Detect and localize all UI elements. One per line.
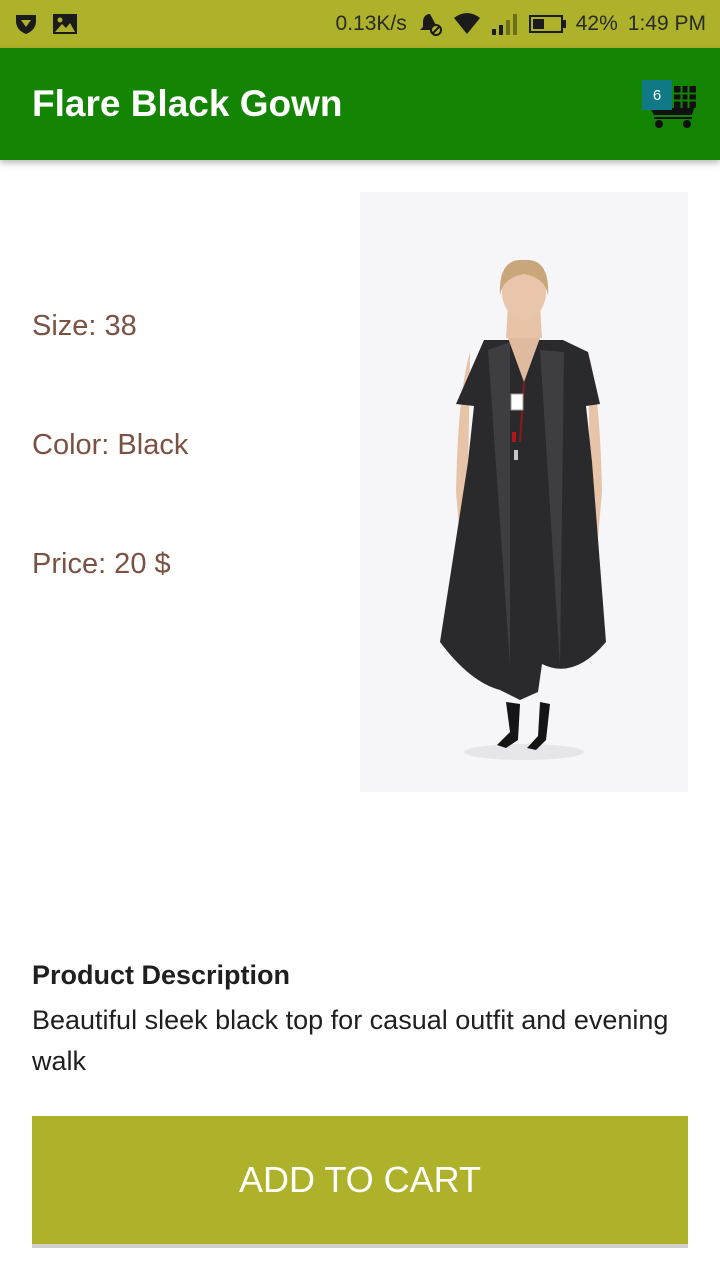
notification-muted-icon bbox=[417, 11, 443, 37]
app-bar: Flare Black Gown 6 bbox=[0, 48, 720, 160]
description-title: Product Description bbox=[32, 960, 291, 990]
page-title: Flare Black Gown bbox=[32, 83, 343, 124]
network-speed: 0.13K/s bbox=[335, 12, 407, 35]
battery-icon bbox=[528, 15, 566, 33]
cellular-signal-icon bbox=[491, 12, 519, 36]
wifi-icon bbox=[453, 12, 481, 36]
shield-icon bbox=[14, 12, 38, 36]
cart-button[interactable]: 6 bbox=[642, 78, 698, 132]
price-label: Price: 20 $ bbox=[32, 548, 171, 580]
description-text: Beautiful sleek black top for casual out… bbox=[32, 1005, 669, 1076]
size-label: Size: 38 bbox=[32, 310, 137, 342]
cart-count-badge: 6 bbox=[642, 80, 672, 110]
battery-percent: 42% bbox=[575, 12, 618, 35]
clock: 1:49 PM bbox=[627, 12, 706, 35]
product-image bbox=[360, 192, 688, 792]
gallery-icon bbox=[52, 13, 78, 35]
color-label: Color: Black bbox=[32, 429, 189, 461]
status-bar: 0.13K/s 42% 1:49 PM bbox=[0, 0, 720, 48]
add-to-cart-button[interactable]: ADD TO CART bbox=[32, 1116, 688, 1244]
